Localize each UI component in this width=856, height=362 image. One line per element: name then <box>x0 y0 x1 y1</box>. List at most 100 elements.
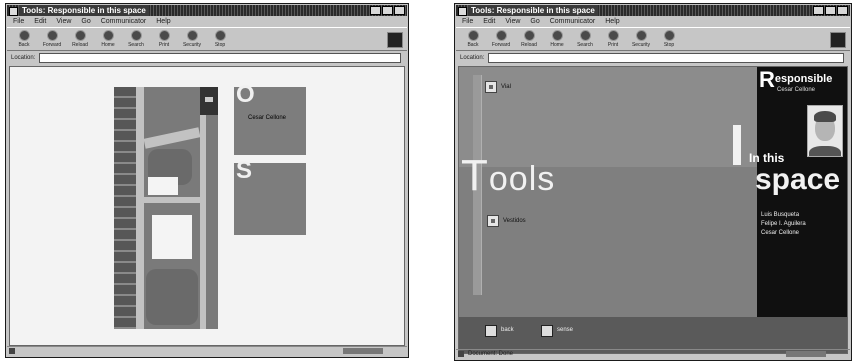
forward-button[interactable]: Forward <box>41 30 63 48</box>
security-zone-indicator <box>786 351 826 357</box>
menu-file[interactable]: File <box>13 17 24 27</box>
menu-help[interactable]: Help <box>156 17 170 27</box>
reload-button[interactable]: Reload <box>69 30 91 48</box>
responsible-initial: R <box>759 67 775 92</box>
security-button[interactable]: Security <box>181 30 203 48</box>
address-label: Location: <box>460 55 485 61</box>
throbber-icon <box>830 32 846 48</box>
back-button[interactable]: Back <box>13 30 35 48</box>
address-input[interactable] <box>488 53 844 63</box>
credits-list: Luis Busqueta Felipe I. Aguilera Cesar C… <box>761 211 806 238</box>
app-icon <box>9 7 18 16</box>
menu-file[interactable]: File <box>462 17 473 27</box>
stop-button[interactable]: Stop <box>658 30 680 48</box>
vestidos-label: Vestidos <box>503 218 526 224</box>
map-building <box>152 215 192 259</box>
print-button[interactable]: Print <box>153 30 175 48</box>
menu-edit[interactable]: Edit <box>483 17 495 27</box>
search-button[interactable]: Search <box>574 30 596 48</box>
tools-initial: T <box>461 151 489 200</box>
vestidos-button[interactable] <box>487 215 499 227</box>
home-button[interactable]: Home <box>97 30 119 48</box>
home-button[interactable]: Home <box>546 30 568 48</box>
stop-button[interactable]: Stop <box>209 30 231 48</box>
forward-icon <box>46 30 58 41</box>
title-bar[interactable]: Tools: Responsible in this space <box>7 5 407 16</box>
back-nav-button[interactable] <box>485 325 497 337</box>
window-title: Tools: Responsible in this space <box>468 5 598 16</box>
close-icon[interactable] <box>837 6 848 15</box>
menu-bar: File Edit View Go Communicator Help <box>7 17 407 27</box>
portrait-hair <box>814 111 836 122</box>
map-road <box>144 197 200 203</box>
forward-button[interactable]: Forward <box>490 30 512 48</box>
menu-help[interactable]: Help <box>605 17 619 27</box>
back-button[interactable]: Back <box>462 30 484 48</box>
back-icon <box>467 30 479 41</box>
map-edge-strip <box>114 87 136 329</box>
navigation-toolbar: Back Forward Reload Home Search Print Se… <box>456 27 850 51</box>
search-button[interactable]: Search <box>125 30 147 48</box>
status-icon <box>9 348 15 354</box>
credit-name: Cesar Cellone <box>761 230 800 236</box>
reload-icon <box>74 30 86 41</box>
menu-communicator[interactable]: Communicator <box>101 17 147 27</box>
menu-communicator[interactable]: Communicator <box>550 17 596 27</box>
window-controls <box>370 6 405 15</box>
app-icon <box>458 7 467 16</box>
print-button[interactable]: Print <box>602 30 624 48</box>
credit-name: Felipe I. Aguilera <box>761 221 806 227</box>
minimize-icon[interactable] <box>813 6 824 15</box>
maximize-icon[interactable] <box>382 6 393 15</box>
reload-button[interactable]: Reload <box>518 30 540 48</box>
menu-go[interactable]: Go <box>81 17 90 27</box>
map-tab-icon <box>205 97 213 102</box>
close-icon[interactable] <box>394 6 405 15</box>
panel-letter: S <box>236 157 253 184</box>
minimize-icon[interactable] <box>370 6 381 15</box>
title-bar[interactable]: Tools: Responsible in this space <box>456 5 850 16</box>
print-icon <box>607 30 619 41</box>
status-bar <box>7 346 407 356</box>
status-text: Document: Done <box>468 351 514 357</box>
window-controls <box>813 6 848 15</box>
forward-icon <box>495 30 507 41</box>
navigation-toolbar: Back Forward Reload Home Search Print Se… <box>7 27 407 51</box>
menu-view[interactable]: View <box>56 17 71 27</box>
maximize-icon[interactable] <box>825 6 836 15</box>
address-input[interactable] <box>39 53 401 63</box>
browser-window-left: Tools: Responsible in this space File Ed… <box>5 3 409 358</box>
home-icon <box>551 30 563 41</box>
tools-heading: Tools <box>461 154 556 198</box>
menu-go[interactable]: Go <box>530 17 539 27</box>
portrait-shoulders <box>809 146 841 156</box>
address-label: Location: <box>11 55 36 61</box>
map-block <box>146 269 198 325</box>
responsible-name: Cesar Cellone <box>777 87 816 93</box>
window-title: Tools: Responsible in this space <box>19 5 149 16</box>
text-cursor-bar <box>733 125 741 165</box>
back-nav-label: back <box>501 327 514 333</box>
next-nav-label: sense <box>557 327 574 333</box>
security-button[interactable]: Security <box>630 30 652 48</box>
tools-rest: ools <box>488 160 556 198</box>
page-content: O Cesar Cellone S <box>9 66 405 346</box>
search-icon <box>579 30 591 41</box>
lock-icon <box>635 30 647 41</box>
map-tab[interactable] <box>200 87 218 115</box>
security-zone-indicator <box>343 348 383 354</box>
lock-icon <box>186 30 198 41</box>
menu-view[interactable]: View <box>505 17 520 27</box>
info-panel-bottom[interactable]: S <box>234 159 306 235</box>
status-icon <box>458 351 464 357</box>
responsible-rest: esponsible <box>774 73 833 85</box>
info-panel-top[interactable]: O Cesar Cellone <box>234 83 306 155</box>
bottom-nav-bar: back sense <box>459 317 847 353</box>
print-icon <box>158 30 170 41</box>
next-nav-button[interactable] <box>541 325 553 337</box>
site-map[interactable] <box>114 87 218 329</box>
vial-button[interactable] <box>485 81 497 93</box>
menu-edit[interactable]: Edit <box>34 17 46 27</box>
throbber-icon <box>387 32 403 48</box>
address-bar: Location: <box>7 52 407 64</box>
